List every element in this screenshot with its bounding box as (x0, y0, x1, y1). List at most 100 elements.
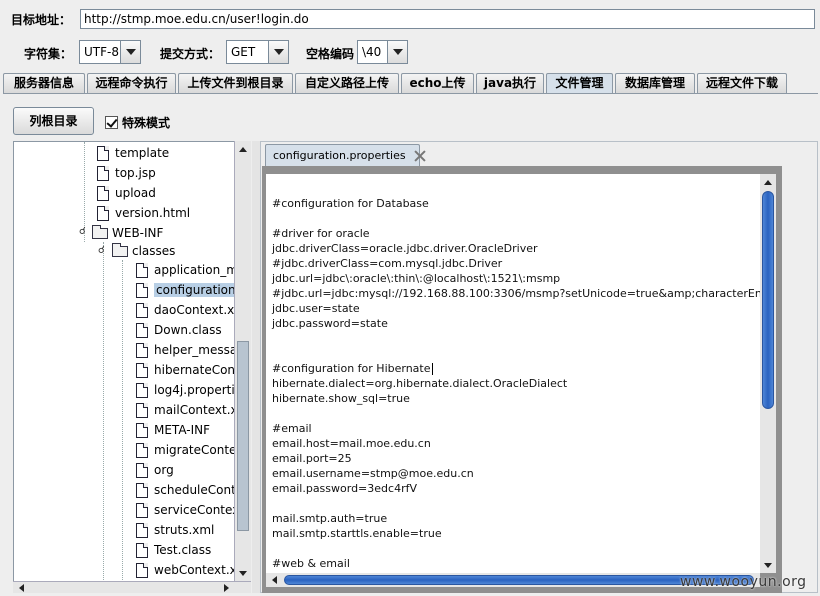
tab-echo-upload[interactable]: echo上传 (401, 73, 474, 94)
tree-item[interactable]: mailContext.xn (136, 400, 245, 420)
special-mode-label: 特殊模式 (122, 116, 171, 130)
scroll-down-icon[interactable] (235, 565, 251, 581)
chevron-down-icon[interactable] (120, 41, 140, 63)
tree-item[interactable]: org (136, 460, 174, 480)
tree-folder[interactable]: classes (112, 241, 175, 261)
target-label: 目标地址： (11, 13, 72, 27)
file-tree[interactable]: template top.jsp upload version.html ☌ W… (13, 141, 251, 593)
tab-java-exec[interactable]: java执行 (476, 73, 544, 94)
method-label: 提交方式： (160, 47, 221, 61)
list-root-button[interactable]: 列根目录 (13, 107, 94, 135)
file-icon (97, 185, 109, 201)
tree-item-label: WEB-INF (112, 226, 164, 240)
tree-item[interactable]: Test.class (136, 540, 211, 560)
tab-remote-download[interactable]: 远程文件下载 (697, 73, 787, 94)
tree-item[interactable]: log4j.propertie (136, 380, 242, 400)
space-select[interactable]: \40 (357, 40, 408, 64)
tree-item[interactable]: application_m (136, 260, 238, 280)
charset-select[interactable]: UTF-8 (79, 40, 141, 64)
target-row: 目标地址： http://stmp.moe.edu.cn/user!login.… (0, 8, 820, 30)
tree-item[interactable]: Down.class (136, 320, 222, 340)
target-url-input[interactable]: http://stmp.moe.edu.cn/user!login.do (80, 9, 815, 29)
special-mode-toggle[interactable]: 特殊模式 (105, 114, 170, 131)
tree-item-label: org (154, 463, 174, 477)
chevron-down-icon[interactable] (387, 41, 407, 63)
tree-item[interactable]: serviceContext (136, 500, 244, 520)
editor-scroll-thumb[interactable] (762, 191, 774, 409)
tree-item-label: helper_messa (154, 343, 238, 357)
charset-label: 字符集： (24, 47, 73, 61)
scroll-down-icon[interactable] (760, 557, 776, 573)
file-icon (136, 322, 148, 338)
tree-item-label: hibernateCont (154, 363, 240, 377)
tree-item[interactable]: migrateContex (136, 440, 243, 460)
code-line: hibernate.dialect=org.hibernate.dialect.… (272, 377, 568, 390)
tree-item-label: scheduleConte (154, 483, 244, 497)
special-mode-checkbox[interactable] (105, 116, 118, 129)
pane-splitter[interactable] (252, 141, 260, 593)
file-icon (136, 382, 148, 398)
tree-item-label: serviceContext (154, 503, 244, 517)
tree-item-label: log4j.propertie (154, 383, 243, 397)
tree-item[interactable]: webContext.xm (136, 560, 248, 580)
tab-file-manager[interactable]: 文件管理 (546, 73, 613, 94)
tree-item-label: Down.class (154, 323, 222, 337)
folder-icon (92, 224, 108, 239)
file-content-textarea[interactable]: #configuration for Database #driver for … (266, 174, 760, 573)
file-icon (136, 542, 148, 558)
tree-item-selected[interactable]: configuration.p (136, 280, 250, 300)
scroll-left-icon[interactable] (13, 580, 29, 596)
tab-database-manager[interactable]: 数据库管理 (615, 73, 695, 94)
tree-item[interactable]: scheduleConte (136, 480, 243, 500)
code-line: email.port=25 (272, 452, 352, 465)
tree-item[interactable]: version.html (97, 203, 190, 223)
tree-scroll-thumb[interactable] (237, 341, 249, 531)
code-line: jdbc.driverClass=oracle.jdbc.driver.Orac… (272, 242, 538, 255)
tree-folder[interactable]: WEB-INF (92, 223, 163, 243)
expand-toggle-icon[interactable]: ☌ (98, 245, 105, 256)
space-label: 空格编码 (306, 47, 355, 61)
tree-item[interactable]: upload (97, 183, 156, 203)
tree-item[interactable]: struts.xml (136, 520, 214, 540)
code-line: #web & email (272, 557, 350, 570)
chevron-down-icon[interactable] (268, 41, 288, 63)
tab-remote-command[interactable]: 远程命令执行 (87, 73, 176, 94)
tree-item[interactable]: hibernateCont (136, 360, 240, 380)
tree-item[interactable]: helper_messa (136, 340, 237, 360)
tree-horizontal-scrollbar[interactable] (13, 581, 251, 593)
scroll-right-icon[interactable] (218, 580, 234, 596)
close-icon[interactable] (414, 150, 419, 162)
expand-toggle-icon[interactable]: ☌ (79, 226, 86, 237)
tree-item[interactable]: template (97, 143, 169, 163)
tree-vertical-scrollbar[interactable] (234, 141, 251, 581)
editor-vertical-scrollbar[interactable] (760, 174, 776, 573)
tree-item[interactable]: top.jsp (97, 163, 156, 183)
file-icon (97, 145, 109, 161)
tab-server-info[interactable]: 服务器信息 (3, 73, 85, 94)
file-icon (136, 402, 148, 418)
file-icon (136, 562, 148, 578)
tree-item-label: template (115, 146, 170, 160)
tab-custom-path-upload[interactable]: 自定义路径上传 (295, 73, 399, 94)
tree-item-label: top.jsp (115, 166, 156, 180)
scroll-left-icon[interactable] (266, 572, 282, 588)
tree-item-label: META-INF (154, 423, 211, 437)
tab-upload-root[interactable]: 上传文件到根目录 (178, 73, 293, 94)
editor-file-tab-label: configuration.properties (273, 149, 406, 162)
watermark-text: www.wooyun.org (680, 574, 807, 590)
file-icon (136, 422, 148, 438)
tree-item-label: mailContext.xn (154, 403, 246, 417)
tree-item[interactable]: daoContext.xm (136, 300, 246, 320)
method-select[interactable]: GET (226, 40, 289, 64)
tree-item[interactable]: META-INF (136, 420, 210, 440)
code-line: jdbc.password=state (272, 317, 388, 330)
file-icon (136, 262, 148, 278)
code-line: email.username=stmp@moe.edu.cn (272, 467, 474, 480)
editor-file-tab[interactable]: configuration.properties (265, 144, 420, 166)
scroll-up-icon[interactable] (760, 174, 776, 190)
method-value: GET (231, 45, 256, 59)
scroll-up-icon[interactable] (235, 141, 251, 157)
